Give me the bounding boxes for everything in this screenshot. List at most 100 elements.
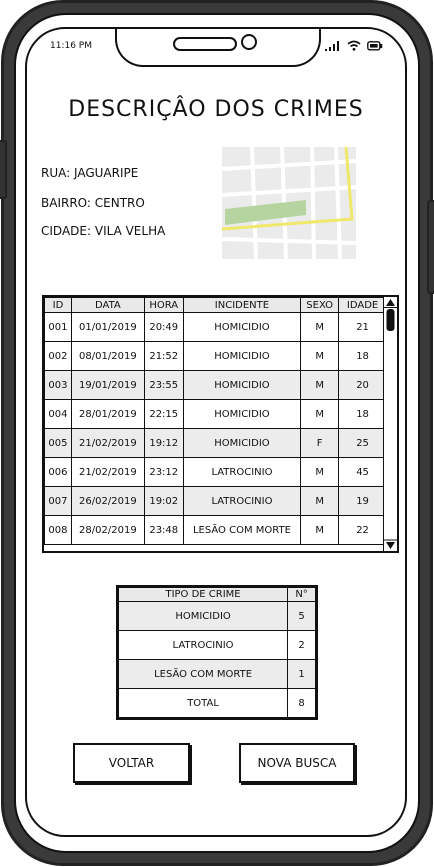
cell-sex: M <box>300 486 340 516</box>
summary-total-row: TOTAL 8 <box>117 688 316 718</box>
crimes-table-container[interactable]: ID DATA HORA INCIDENTE SEXO IDADE 001 01… <box>42 295 399 553</box>
cell-date: 01/01/2019 <box>70 312 145 342</box>
table-row[interactable]: 007 26/02/2019 19:02 LATROCINIO M 19 <box>44 486 387 516</box>
column-header[interactable]: SEXO <box>300 297 340 313</box>
cell-sex: M <box>300 312 340 342</box>
cell-sex: M <box>300 399 340 429</box>
cell-time: 21:52 <box>143 341 184 371</box>
cell-sex: M <box>300 457 340 487</box>
notch <box>115 29 321 67</box>
table-row[interactable]: 001 01/01/2019 20:49 HOMICIDIO M 21 <box>44 312 387 342</box>
column-header[interactable]: DATA <box>70 297 145 313</box>
table-row[interactable]: 002 08/01/2019 21:52 HOMICIDIO M 18 <box>44 341 387 371</box>
crime-type: LESÃO COM MORTE <box>117 659 289 689</box>
cell-date: 21/02/2019 <box>70 428 145 458</box>
table-row[interactable]: 005 21/02/2019 19:12 HOMICIDIO F 25 <box>44 428 387 458</box>
street-info: RUA: JAGUARIPE <box>41 166 138 180</box>
wifi-icon <box>347 40 361 51</box>
column-header[interactable]: INCIDENTE <box>182 297 302 313</box>
cell-date: 28/02/2019 <box>70 515 145 545</box>
cell-age: 19 <box>338 486 387 516</box>
column-header[interactable]: ID <box>44 297 72 313</box>
table-row[interactable]: 008 28/02/2019 23:48 LESÃO COM MORTE M 2… <box>44 515 387 545</box>
cell-id: 002 <box>44 341 72 371</box>
scrollbar-graphic <box>384 299 397 549</box>
cell-incident: HOMICIDIO <box>182 428 302 458</box>
cell-time: 19:12 <box>143 428 184 458</box>
crimes-table: ID DATA HORA INCIDENTE SEXO IDADE 001 01… <box>44 297 387 545</box>
column-header[interactable]: HORA <box>143 297 184 313</box>
total-label: TOTAL <box>117 688 289 718</box>
city-info: CIDADE: VILA VELHA <box>41 224 165 238</box>
table-header-row: ID DATA HORA INCIDENTE SEXO IDADE <box>44 297 387 313</box>
location-map[interactable] <box>222 147 356 259</box>
screen: 11:16 PM DESCRIÇÂO DOS CRIMES RUA: JAGUA… <box>25 27 407 837</box>
cell-date: 19/01/2019 <box>70 370 145 400</box>
street-label: RUA: <box>41 166 71 180</box>
signal-icon <box>325 41 339 51</box>
column-header[interactable]: IDADE <box>338 297 387 313</box>
summary-table-container: TIPO DE CRIME N° HOMICIDIO 5 LATROCINIO … <box>116 585 318 720</box>
cell-id: 008 <box>44 515 72 545</box>
crime-count: 1 <box>287 659 316 689</box>
crime-count: 2 <box>287 630 316 660</box>
cell-incident: LATROCINIO <box>182 486 302 516</box>
crime-type: LATROCINIO <box>117 630 289 660</box>
cell-sex: F <box>300 428 340 458</box>
scroll-down-icon <box>386 542 395 549</box>
cell-incident: LATROCINIO <box>182 457 302 487</box>
summary-row: LESÃO COM MORTE 1 <box>117 659 316 689</box>
battery-icon <box>367 41 383 51</box>
back-button[interactable]: VOLTAR <box>73 743 190 783</box>
cell-id: 007 <box>44 486 72 516</box>
cell-id: 004 <box>44 399 72 429</box>
table-scrollbar[interactable] <box>383 297 397 551</box>
cell-sex: M <box>300 515 340 545</box>
table-row[interactable]: 003 19/01/2019 23:55 HOMICIDIO M 20 <box>44 370 387 400</box>
status-icons <box>325 40 383 51</box>
cell-id: 006 <box>44 457 72 487</box>
cell-incident: HOMICIDIO <box>182 399 302 429</box>
cell-sex: M <box>300 370 340 400</box>
camera <box>241 34 257 50</box>
cell-date: 08/01/2019 <box>70 341 145 371</box>
cell-incident: HOMICIDIO <box>182 341 302 371</box>
map-graphic <box>222 147 356 259</box>
cell-age: 18 <box>338 341 387 371</box>
cell-age: 22 <box>338 515 387 545</box>
scroll-thumb <box>386 309 395 331</box>
cell-age: 21 <box>338 312 387 342</box>
summary-row: HOMICIDIO 5 <box>117 601 316 631</box>
cell-time: 23:12 <box>143 457 184 487</box>
city-label: CIDADE: <box>41 224 92 238</box>
scroll-up-icon <box>386 299 395 306</box>
summary-row: LATROCINIO 2 <box>117 630 316 660</box>
district-label: BAIRRO: <box>41 196 91 210</box>
speaker <box>173 37 237 51</box>
district-info: BAIRRO: CENTRO <box>41 196 145 210</box>
volume-button <box>0 140 7 199</box>
cell-time: 23:48 <box>143 515 184 545</box>
total-count: 8 <box>287 688 316 718</box>
crime-type: HOMICIDIO <box>117 601 289 631</box>
summary-table: TIPO DE CRIME N° HOMICIDIO 5 LATROCINIO … <box>117 587 316 718</box>
new-search-button[interactable]: NOVA BUSCA <box>239 743 355 783</box>
cell-age: 20 <box>338 370 387 400</box>
status-time: 11:16 PM <box>50 41 92 51</box>
page-title: DESCRIÇÂO DOS CRIMES <box>68 97 364 122</box>
table-row[interactable]: 006 21/02/2019 23:12 LATROCINIO M 45 <box>44 457 387 487</box>
cell-id: 001 <box>44 312 72 342</box>
cell-time: 23:55 <box>143 370 184 400</box>
summary-header-row: TIPO DE CRIME N° <box>117 587 316 602</box>
cell-time: 19:02 <box>143 486 184 516</box>
column-header: TIPO DE CRIME <box>117 587 289 602</box>
cell-id: 003 <box>44 370 72 400</box>
column-header: N° <box>287 587 316 602</box>
city-value: VILA VELHA <box>94 224 166 238</box>
cell-age: 25 <box>338 428 387 458</box>
power-button <box>427 200 434 294</box>
cell-date: 21/02/2019 <box>70 457 145 487</box>
table-row[interactable]: 004 28/01/2019 22:15 HOMICIDIO M 18 <box>44 399 387 429</box>
street-value: JAGUARIPE <box>74 166 139 180</box>
cell-time: 22:15 <box>143 399 184 429</box>
